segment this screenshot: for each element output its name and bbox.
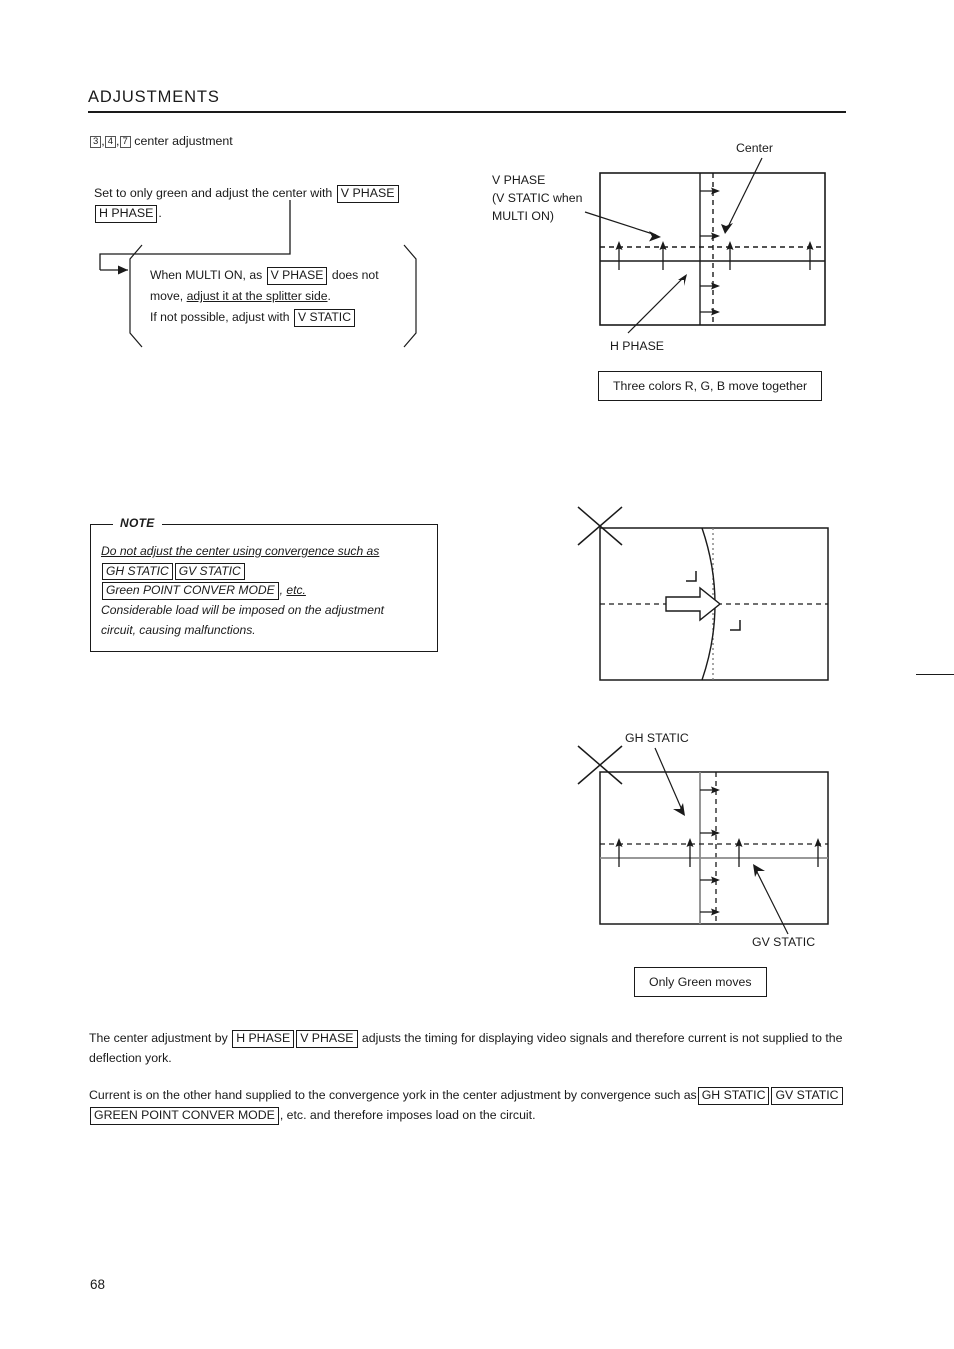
note-legend: NOTE (113, 516, 162, 530)
term-v-static-callout: V STATIC (293, 308, 355, 327)
label-gv-static: GV STATIC (752, 935, 816, 949)
corner-bracket-bottom (730, 620, 741, 631)
callout-line2-underlined: adjust it at the splitter side (186, 288, 328, 303)
figure-top-vphase-label: V PHASE (V STATIC when MULTI ON) (492, 172, 582, 225)
callout-line2-a: move, (150, 288, 184, 303)
term-v-phase-callout: V PHASE (266, 267, 328, 285)
figure-green-static-warning: GH STATIC GV STATIC Only Green moves (560, 722, 860, 997)
note-line5: circuit, causing malfunctions. (101, 622, 256, 637)
step-label: center adjustment (134, 134, 233, 148)
note-box: NOTE Do not adjust the center using conv… (90, 516, 438, 652)
para1-lead: The center adjustment by (89, 1031, 228, 1045)
term-gh-static-note: GH STATIC (102, 562, 173, 581)
note-comma: , (279, 583, 284, 598)
note-etc: etc. (286, 583, 306, 598)
label-v-phase: V PHASE (492, 173, 546, 187)
term-green-point-conver-mode-para: GREEN POINT CONVER MODE (90, 1106, 279, 1125)
corner-bracket-top (686, 571, 697, 582)
step-number-7: 7 (119, 135, 131, 149)
term-green-point-conver-mode-note: Green POINT CONVER MODE (102, 582, 279, 601)
term-gv-static-para: GV STATIC (771, 1087, 843, 1105)
note-body: Do not adjust the center using convergen… (101, 542, 429, 641)
figure-bottom-drawing (577, 745, 829, 935)
callout-line3-a: If not possible, adjust with (150, 309, 290, 324)
callout-line2-b: . (327, 288, 331, 303)
term-gv-static-note: GV STATIC (174, 562, 245, 581)
callout-text: When MULTI ON, as V PHASE does not move,… (150, 265, 406, 328)
header-divider (88, 111, 846, 113)
multi-on-callout: When MULTI ON, as V PHASE does not move,… (122, 243, 424, 349)
note-line1: Do not adjust the center using convergen… (101, 544, 380, 558)
paragraph-phase-adjustment: The center adjustment by H PHASE V PHASE … (89, 1029, 851, 1069)
step-number-4: 4 (104, 135, 117, 149)
page-number: 68 (90, 1277, 106, 1292)
caption-only-green: Only Green moves (634, 967, 767, 997)
page-title: ADJUSTMENTS (88, 88, 220, 106)
para2-lead: Current is on the other hand supplied to… (89, 1088, 697, 1102)
figure-rgb-center-adjustment: V PHASE (V STATIC when MULTI ON) Center … (480, 140, 860, 405)
term-gh-static-para: GH STATIC (697, 1087, 770, 1105)
caption-three-colors: Three colors R, G, B move together (598, 371, 823, 401)
term-h-phase-para: H PHASE (232, 1030, 295, 1048)
label-v-static-when: (V STATIC when (492, 190, 583, 205)
note-line4: Considerable load will be imposed on the… (101, 603, 385, 618)
label-multi-on: MULTI ON) (492, 208, 554, 223)
paragraph-convergence-load: Current is on the other hand supplied to… (89, 1086, 851, 1126)
step-number-3: 3 (90, 135, 102, 149)
instruction-lead: Set to only green and adjust the center … (94, 186, 333, 200)
callout-line1-a: When MULTI ON, as (150, 268, 263, 282)
figure-convergence-bow-warning (560, 495, 860, 695)
label-h-phase: H PHASE (610, 339, 664, 353)
page-header: ADJUSTMENTS (88, 88, 846, 113)
para2-tail: , etc. and therefore imposes load on the… (279, 1107, 536, 1122)
callout-line1-b: does not (331, 268, 379, 282)
label-center: Center (736, 141, 773, 155)
edge-registration-mark (916, 674, 954, 675)
step-reference-line: 3,4,7 center adjustment (90, 132, 233, 151)
label-gh-static: GH STATIC (625, 731, 689, 745)
term-v-phase: V PHASE (336, 185, 399, 204)
figure-middle-drawing (577, 506, 829, 681)
term-v-phase-para: V PHASE (296, 1030, 358, 1048)
document-page: ADJUSTMENTS 3,4,7 center adjustment Set … (0, 0, 954, 1349)
